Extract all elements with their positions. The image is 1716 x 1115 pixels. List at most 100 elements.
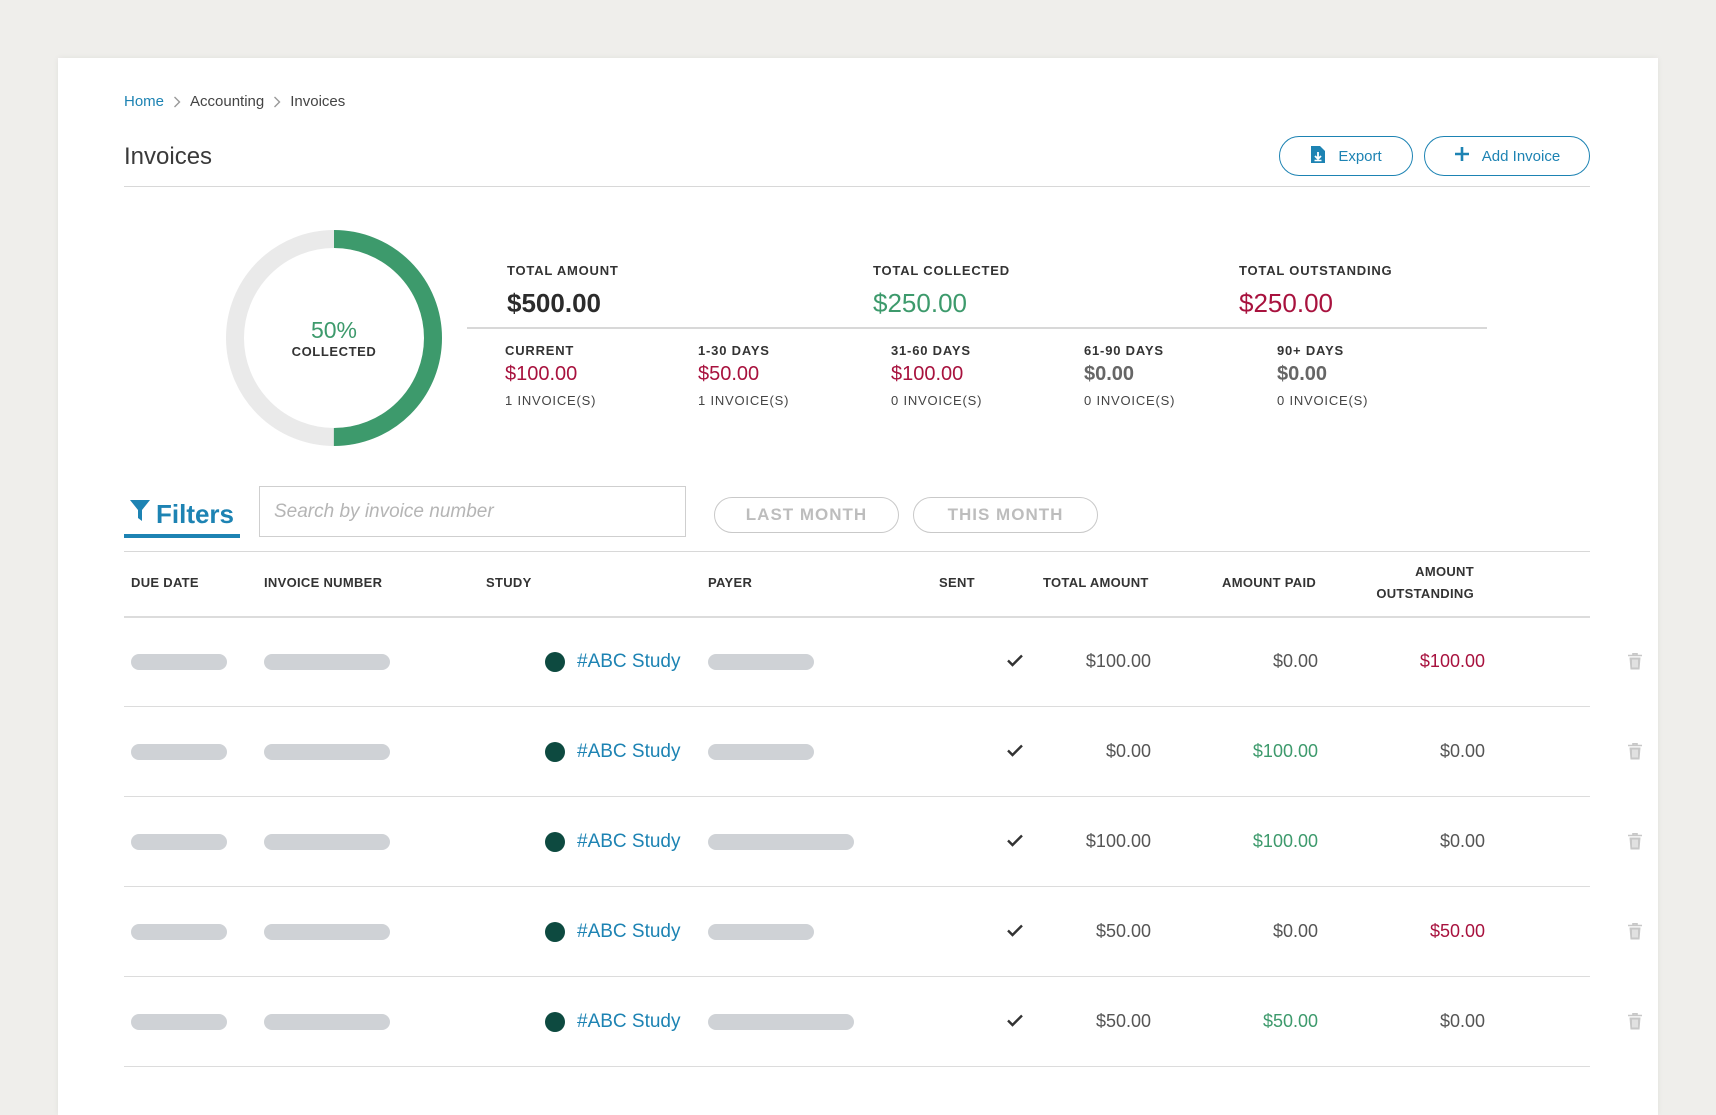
aging-value: $0.00 (1084, 363, 1135, 385)
export-button[interactable]: Export (1279, 136, 1413, 176)
amount-paid-cell: $50.00 (1262, 1011, 1318, 1031)
study-name: #ABC Study (577, 741, 681, 762)
study-name: #ABC Study (577, 921, 681, 942)
summary-divider (467, 327, 1487, 329)
file-download-icon (1310, 145, 1326, 168)
collected-label: COLLECTED (291, 344, 377, 359)
total-amount-value: $500.00 (507, 288, 601, 318)
study-status-dot (545, 832, 565, 852)
breadcrumb-current-page: Invoices (290, 93, 346, 110)
header-divider (124, 186, 1590, 187)
total-collected-label: TOTAL COLLECTED (873, 263, 1010, 278)
table-row[interactable]: #ABC Study $50.00 $50.00 $0.00 (124, 977, 1642, 1067)
due-date-placeholder (131, 744, 227, 760)
study-link[interactable]: #ABC Study (545, 921, 681, 943)
payer-placeholder (708, 834, 854, 850)
total-amount-label: TOTAL AMOUNT (507, 263, 619, 278)
add-invoice-button-label: Add Invoice (1481, 147, 1561, 165)
amount-outstanding-cell: $0.00 (1439, 1011, 1485, 1031)
chevron-right-icon (173, 96, 181, 108)
study-status-dot (545, 922, 565, 942)
column-header-amount-outstanding-line2: OUTSTANDING (1376, 586, 1474, 601)
breadcrumb-home-link[interactable]: Home (124, 93, 164, 110)
payer-placeholder (708, 654, 814, 670)
study-status-dot (545, 742, 565, 762)
column-header-study[interactable]: STUDY (486, 572, 532, 594)
trash-icon[interactable] (1628, 833, 1642, 855)
payer-placeholder (708, 924, 814, 940)
column-header-invoice-number[interactable]: INVOICE NUMBER (264, 572, 382, 594)
export-button-label: Export (1338, 147, 1382, 165)
table-row[interactable]: #ABC Study $50.00 $0.00 $50.00 (124, 887, 1642, 977)
breadcrumb-accounting-link[interactable]: Accounting (190, 93, 264, 110)
column-header-amount-outstanding-line1: AMOUNT (1415, 564, 1474, 579)
trash-icon[interactable] (1628, 653, 1642, 675)
table-row[interactable]: #ABC Study $100.00 $0.00 $100.00 (124, 617, 1642, 707)
study-name: #ABC Study (577, 1011, 681, 1032)
aging-count: 0 INVOICE(S) (1084, 393, 1176, 408)
trash-icon[interactable] (1628, 743, 1642, 765)
aging-value: $100.00 (505, 363, 578, 385)
aging-count: 1 INVOICE(S) (505, 393, 597, 408)
study-link[interactable]: #ABC Study (545, 1011, 681, 1033)
column-header-amount-paid[interactable]: AMOUNT PAID (1222, 572, 1316, 594)
amount-paid-cell: $0.00 (1272, 651, 1318, 671)
aging-value: $100.00 (891, 363, 964, 385)
page-title: Invoices (124, 143, 213, 170)
column-header-payer[interactable]: PAYER (708, 572, 752, 594)
aging-label: CURRENT (505, 343, 575, 358)
total-collected-summary: TOTAL COLLECTED $250.00 (873, 263, 1010, 319)
total-amount-cell: $100.00 (1085, 831, 1151, 851)
total-outstanding-summary: TOTAL OUTSTANDING $250.00 (1239, 263, 1392, 319)
study-name: #ABC Study (577, 651, 681, 672)
table-row[interactable]: #ABC Study $100.00 $100.00 $0.00 (124, 797, 1642, 887)
aging-value: $50.00 (698, 363, 760, 385)
column-header-total-amount[interactable]: TOTAL AMOUNT (1043, 572, 1149, 594)
aging-label: 61-90 DAYS (1084, 343, 1164, 358)
total-amount-cell: $50.00 (1095, 921, 1151, 941)
donut-center: 50% COLLECTED (224, 318, 444, 359)
total-amount-cell: $100.00 (1085, 651, 1151, 671)
study-link[interactable]: #ABC Study (545, 831, 681, 853)
breadcrumb: Home Accounting Invoices (124, 93, 345, 110)
aging-count: 1 INVOICE(S) (698, 393, 790, 408)
total-amount-cell: $50.00 (1095, 1011, 1151, 1031)
total-outstanding-label: TOTAL OUTSTANDING (1239, 263, 1393, 278)
amount-paid-cell: $100.00 (1252, 741, 1318, 761)
trash-icon[interactable] (1628, 1013, 1642, 1035)
column-header-amount-outstanding[interactable]: AMOUNT OUTSTANDING (1328, 561, 1474, 605)
aging-31-60-days: 31-60 DAYS $100.00 0 INVOICE(S) (891, 343, 982, 408)
payer-placeholder (708, 1014, 854, 1030)
last-month-filter-button[interactable]: LAST MONTH (714, 497, 899, 533)
total-outstanding-value: $250.00 (1239, 288, 1333, 318)
aging-count: 0 INVOICE(S) (1277, 393, 1369, 408)
total-amount-cell: $0.00 (1105, 741, 1151, 761)
study-link[interactable]: #ABC Study (545, 651, 681, 673)
plus-icon (1454, 146, 1470, 166)
total-amount-summary: TOTAL AMOUNT $500.00 (507, 263, 619, 319)
due-date-placeholder (131, 1014, 227, 1030)
amount-outstanding-cell: $50.00 (1429, 921, 1485, 941)
table-row[interactable]: #ABC Study $0.00 $100.00 $0.00 (124, 707, 1642, 797)
due-date-placeholder (131, 924, 227, 940)
trash-icon[interactable] (1628, 923, 1642, 945)
amount-outstanding-cell: $100.00 (1419, 651, 1485, 671)
add-invoice-button[interactable]: Add Invoice (1424, 136, 1590, 176)
amount-paid-cell: $100.00 (1252, 831, 1318, 851)
this-month-filter-button[interactable]: THIS MONTH (913, 497, 1098, 533)
aging-value: $0.00 (1277, 363, 1328, 385)
study-link[interactable]: #ABC Study (545, 741, 681, 763)
aging-label: 1-30 DAYS (698, 343, 770, 358)
aging-current: CURRENT $100.00 1 INVOICE(S) (505, 343, 596, 408)
amount-outstanding-cell: $0.00 (1439, 741, 1485, 761)
column-header-due-date[interactable]: DUE DATE (131, 572, 199, 594)
aging-61-90-days: 61-90 DAYS $0.00 0 INVOICE(S) (1084, 343, 1175, 408)
aging-count: 0 INVOICE(S) (891, 393, 983, 408)
invoice-search-input[interactable] (259, 486, 686, 537)
column-header-sent[interactable]: SENT (939, 572, 975, 594)
filters-toggle[interactable]: Filters (124, 498, 240, 538)
due-date-placeholder (131, 654, 227, 670)
amount-outstanding-cell: $0.00 (1439, 831, 1485, 851)
total-collected-value: $250.00 (873, 288, 967, 318)
study-status-dot (545, 652, 565, 672)
